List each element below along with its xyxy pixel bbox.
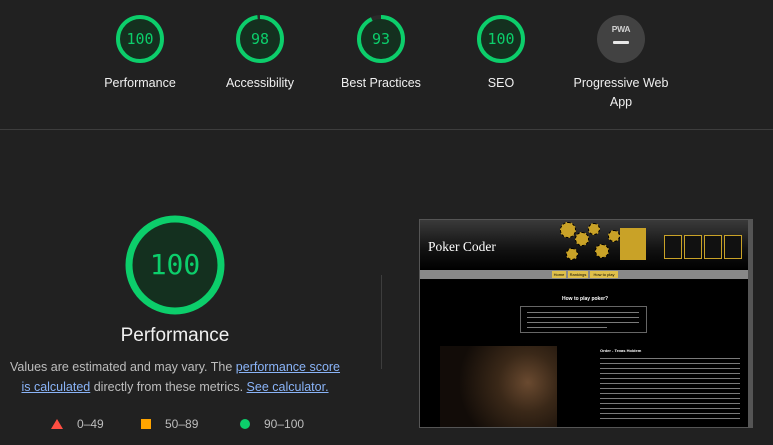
gauge-label: Accessibility [225,76,295,90]
gauge-performance[interactable]: 100 Performance [85,13,195,93]
thumb-nav-item: Home [552,271,566,278]
text-line [527,322,639,323]
poker-chip-icon [575,232,589,246]
legend-range: 50–89 [165,417,199,431]
legend-average: 50–89 [141,417,198,431]
legend-range: 90–100 [264,417,305,431]
text-line [600,408,740,409]
text-line [600,358,740,359]
calculator-link[interactable]: See calculator. [247,380,329,394]
square-icon [141,419,151,429]
text-line [600,378,740,379]
text-line [600,413,740,414]
category-scores: 100 Performance 98 Accessibility 93 Best… [0,0,773,129]
desc-text-1: Values are estimated and may vary. The [9,360,236,374]
page-screenshot-thumbnail[interactable]: Poker Coder Home Rankings How to play Ho… [419,219,753,428]
pwa-label-line1: Progressive Web [573,76,669,90]
thumb-side-heading: Order - Texas Holdem [600,348,642,353]
text-line [527,317,639,318]
performance-gauge-large: 100 [123,213,227,317]
text-line [600,368,740,369]
poker-chip-icon [608,230,620,242]
circle-icon [240,419,250,429]
poker-chip-icon [588,223,600,235]
pwa-badge-text: PWA [611,24,631,34]
ace-card-icon [620,228,646,260]
card-icon [684,235,702,259]
text-line [600,418,740,419]
gauge-best-practices[interactable]: 93 Best Practices [326,13,436,93]
thumb-scrollbar [748,220,752,427]
poker-chips-photo [440,346,557,427]
text-line [527,327,607,328]
gauge-score: 100 [126,30,154,48]
text-line [600,388,740,389]
gauge-pwa[interactable]: PWA Progressive Web App [566,13,676,112]
thumb-heading: How to play poker? [562,296,609,302]
thumb-nav-item: How to play [590,271,618,278]
gauge-label: Performance [104,76,176,90]
thumb-nav: Home Rankings How to play [420,270,752,279]
gauge-ring: 93 [355,13,407,65]
pwa-badge: PWA [597,15,645,63]
text-line [600,373,740,374]
text-line [600,398,740,399]
section-divider [0,129,773,130]
gauge-label: Best Practices [341,76,421,90]
triangle-icon [51,419,63,429]
poker-chip-icon [560,222,576,238]
gauge-ring: 100 [475,13,527,65]
legend-range: 0–49 [77,417,104,431]
thumb-nav-item: Rankings [568,271,588,278]
gauge-label: Progressive Web App [566,74,676,112]
text-line [600,383,740,384]
gauge-ring: 100 [114,13,166,65]
poker-chip-icon [566,248,578,260]
thumb-site-title: Poker Coder [428,239,496,254]
thumb-intro-box [520,306,647,333]
performance-score: 100 [149,248,201,281]
gauge-seo[interactable]: 100 SEO [446,13,556,93]
performance-title: Performance [120,325,230,346]
text-line [527,312,639,313]
performance-description: Values are estimated and may vary. The p… [5,357,345,397]
card-icon [724,235,742,259]
gauge-ring: 98 [234,13,286,65]
gauge-accessibility[interactable]: 98 Accessibility [205,13,315,93]
gauge-score: 93 [371,30,391,48]
text-line [600,393,740,394]
gauge-score: 100 [487,30,515,48]
poker-chip-icon [595,244,609,258]
pwa-label-line2: App [609,95,633,109]
legend-pass: 90–100 [240,417,304,431]
thumb-header: Poker Coder [420,220,752,270]
card-icon [664,235,682,259]
text-line [600,363,740,364]
legend-fail: 0–49 [51,417,104,431]
desc-text-2: directly from these metrics. [90,380,247,394]
card-icon [704,235,722,259]
vertical-divider [381,275,382,369]
gauge-label: SEO [487,76,515,90]
text-line [600,403,740,404]
minus-icon [613,41,629,44]
gauge-score: 98 [250,30,270,48]
